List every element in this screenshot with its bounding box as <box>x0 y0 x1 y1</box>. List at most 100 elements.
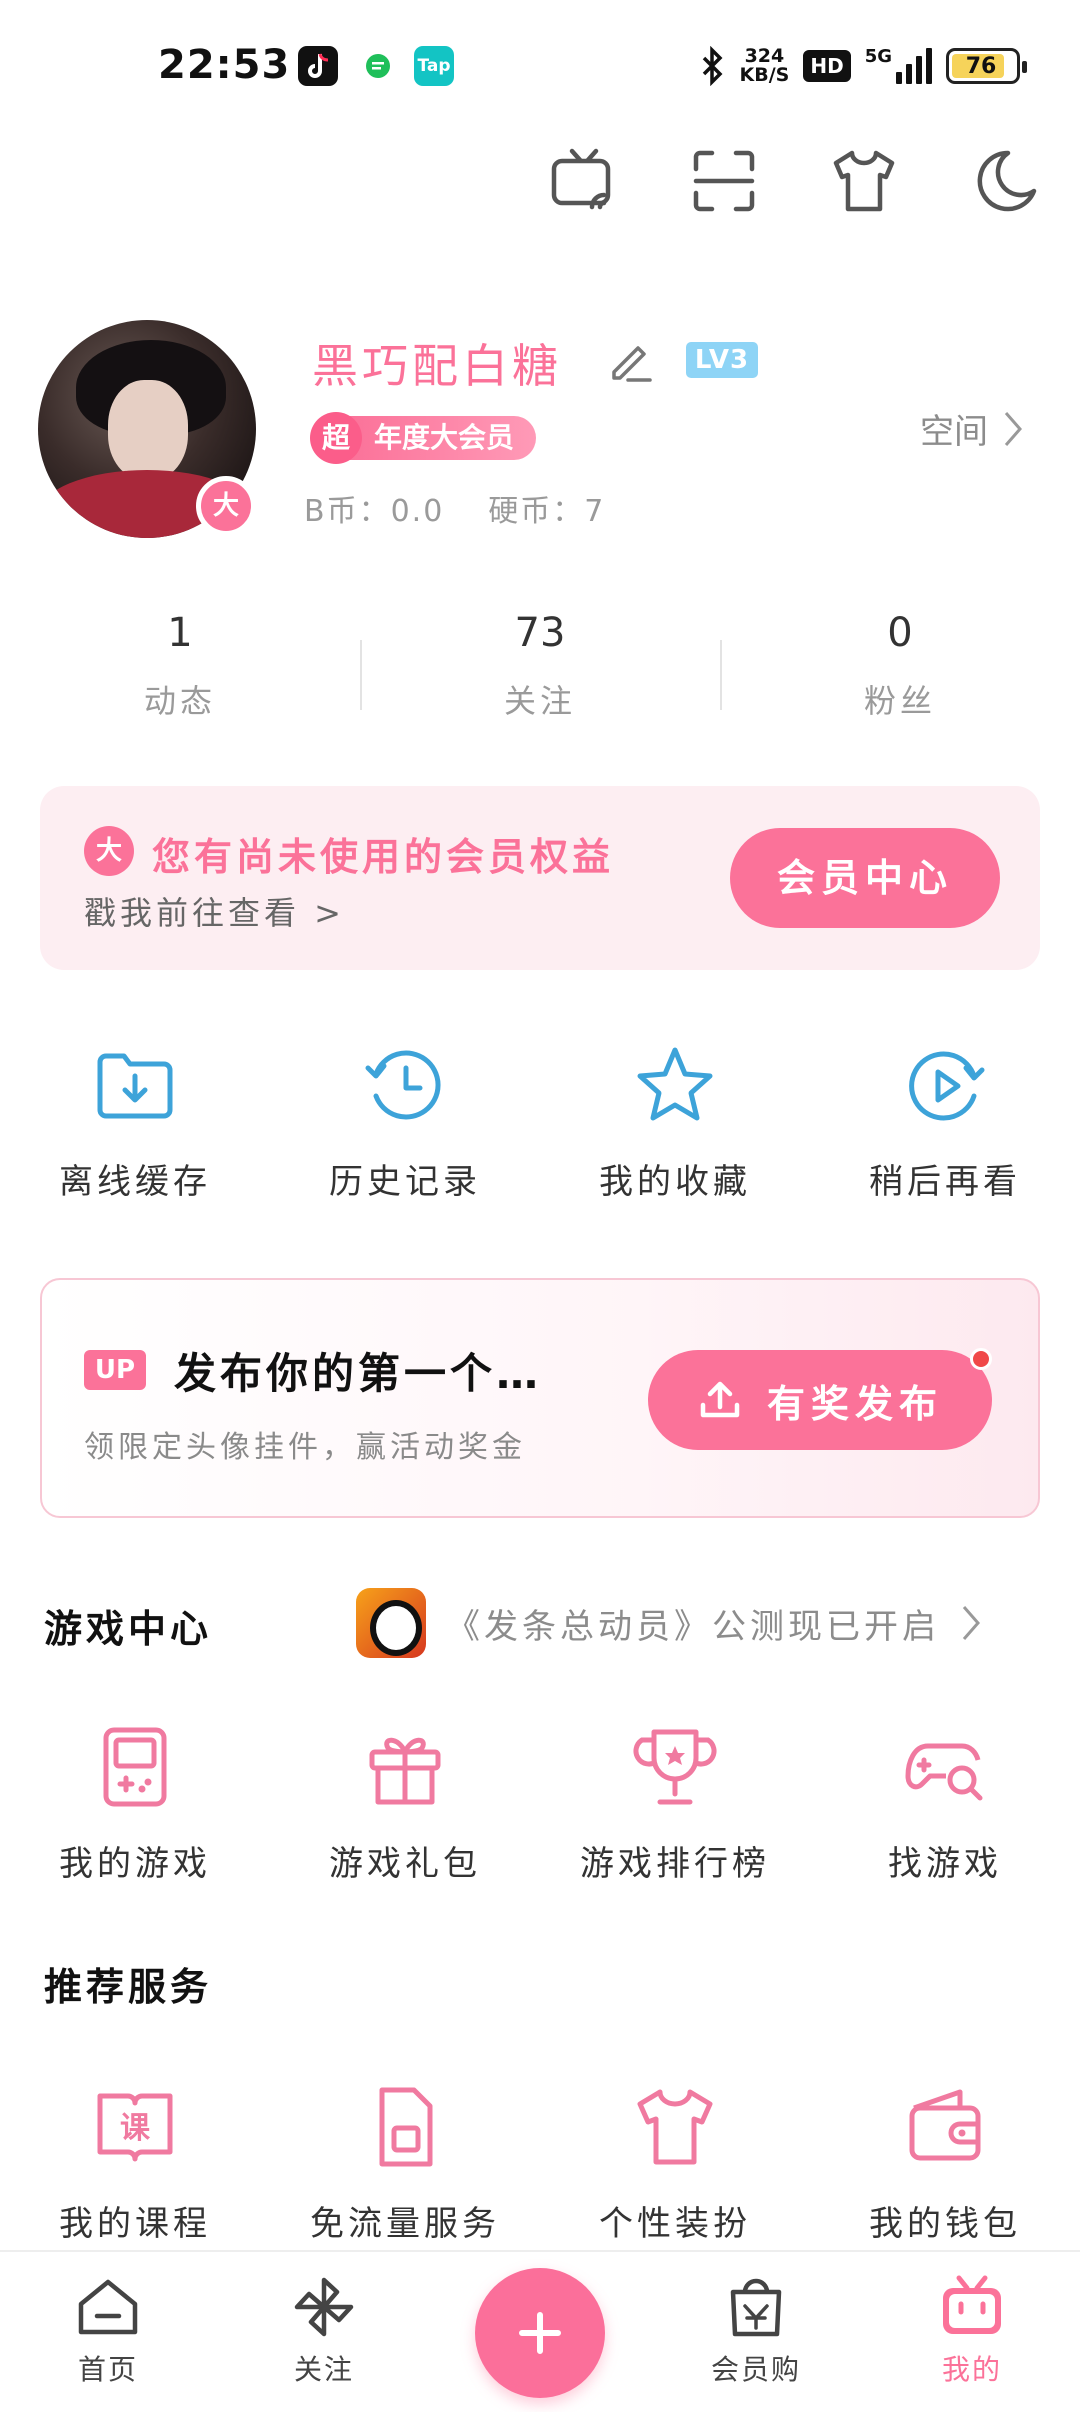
scan-icon[interactable] <box>688 145 760 217</box>
plus-icon <box>519 2312 561 2354</box>
nav-label: 我的 <box>941 2353 1002 2386</box>
game-promo[interactable]: 《发条总动员》公测现已开启 <box>356 1588 984 1658</box>
course-book-icon: 课 <box>97 2093 173 2162</box>
watch-later-icon <box>909 1051 985 1121</box>
sim-card-icon <box>379 2087 433 2167</box>
network-speed-unit: KB/S <box>739 64 790 86</box>
home-icon <box>78 2279 138 2335</box>
vip-tag-label: 年度大会员 <box>348 416 537 460</box>
gift-icon <box>369 1737 441 1805</box>
coin-balance: B币：0.0 硬币：7 <box>304 486 649 530</box>
publish-button[interactable]: 有奖发布 <box>648 1350 992 1450</box>
quick-actions: 离线缓存 历史记录 我的收藏 稍后再看 <box>0 1040 1080 1203</box>
hard-coin: 硬币：7 <box>488 494 606 529</box>
network-type: 5G <box>864 46 892 67</box>
nav-create[interactable] <box>432 2252 648 2412</box>
service-item-label: 我的钱包 <box>869 2204 1021 2244</box>
status-indicators: 324 KB/S HD 5G 76 <box>698 44 1027 88</box>
space-link-label: 空间 <box>920 412 988 452</box>
service-dress-up[interactable]: 个性装扮 <box>540 2082 810 2245</box>
service-data-free[interactable]: 免流量服务 <box>270 2082 540 2245</box>
game-item-label: 我的游戏 <box>59 1844 211 1884</box>
network-speed: 324 KB/S <box>740 47 790 85</box>
tiktok-icon <box>298 46 338 86</box>
stat-following[interactable]: 73 关注 <box>360 610 720 740</box>
course-glyph: 课 <box>120 2111 151 2146</box>
service-item-label: 我的课程 <box>59 2204 211 2244</box>
nav-home[interactable]: 首页 <box>0 2252 216 2412</box>
nav-following[interactable]: 关注 <box>216 2252 432 2412</box>
stat-value: 1 <box>167 610 193 656</box>
game-ranking[interactable]: 游戏排行榜 <box>540 1722 810 1885</box>
stat-dynamics[interactable]: 1 动态 <box>0 610 360 740</box>
game-find[interactable]: 找游戏 <box>810 1722 1080 1885</box>
stat-label: 关注 <box>503 682 576 720</box>
service-wallet[interactable]: 我的钱包 <box>810 2082 1080 2245</box>
b-coin: B币：0.0 <box>304 494 445 529</box>
battery-level: 76 <box>965 54 997 79</box>
nav-label: 会员购 <box>710 2353 801 2386</box>
vip-banner-subtitle[interactable]: 戳我前往查看 > <box>84 888 345 934</box>
service-my-courses[interactable]: 课 我的课程 <box>0 2082 270 2245</box>
bluetooth-icon <box>702 46 722 86</box>
shirt-icon <box>637 2089 713 2165</box>
gameboy-icon <box>103 1727 167 1807</box>
chat-icon <box>358 46 398 86</box>
chevron-right-icon <box>1004 411 1022 446</box>
game-center-title: 游戏中心 <box>44 1607 213 1651</box>
upload-promo-banner[interactable]: UP 发布你的第一个… 领限定头像挂件，赢活动奖金 有奖发布 <box>40 1278 1040 1518</box>
stat-label: 动态 <box>143 682 216 720</box>
quick-offline-cache[interactable]: 离线缓存 <box>0 1040 270 1203</box>
tv-cast-icon[interactable] <box>548 145 620 217</box>
up-banner-title: 发布你的第一个… <box>174 1349 543 1398</box>
vip-banner-title: 您有尚未使用的会员权益 <box>152 835 615 879</box>
edit-icon[interactable] <box>604 334 656 386</box>
up-tag: UP <box>84 1350 146 1390</box>
shirt-icon[interactable] <box>828 145 900 217</box>
username[interactable]: 黑巧配白糖 <box>312 330 562 396</box>
chevron-right-icon <box>962 1606 980 1640</box>
space-link[interactable]: 空间 <box>920 404 1024 453</box>
gamepad-search-icon <box>905 1743 983 1801</box>
download-folder-icon <box>97 1053 173 1119</box>
star-icon <box>637 1047 713 1121</box>
upload-icon <box>700 1381 740 1418</box>
vip-avatar-badge: 大 <box>196 476 256 536</box>
quick-action-label: 离线缓存 <box>59 1162 211 1202</box>
tap-icon: Tap <box>414 46 454 86</box>
game-my-games[interactable]: 我的游戏 <box>0 1722 270 1885</box>
game-item-label: 找游戏 <box>888 1844 1002 1884</box>
stats-row: 1 动态 73 关注 0 粉丝 <box>0 610 1080 740</box>
level-badge: LV3 <box>686 342 758 378</box>
nav-label: 关注 <box>293 2353 354 2386</box>
status-time: 22:53 <box>158 42 291 88</box>
stat-value: 0 <box>887 610 913 656</box>
nav-label: 首页 <box>77 2353 138 2386</box>
quick-history[interactable]: 历史记录 <box>270 1040 540 1203</box>
stat-fans[interactable]: 0 粉丝 <box>720 610 1080 740</box>
hd-indicator: HD <box>803 50 851 82</box>
services-title: 推荐服务 <box>44 1965 213 2009</box>
vip-benefits-banner[interactable]: 大 您有尚未使用的会员权益 戳我前往查看 > 会员中心 <box>40 786 1040 970</box>
nav-vip-shop[interactable]: 会员购 <box>648 2252 864 2412</box>
vip-tag-icon: 超 <box>310 412 362 464</box>
game-item-label: 游戏礼包 <box>329 1844 481 1884</box>
battery-icon: 76 <box>946 48 1027 84</box>
service-item-label: 个性装扮 <box>599 2204 751 2244</box>
quick-action-label: 历史记录 <box>329 1162 481 1202</box>
service-item-label: 免流量服务 <box>310 2204 500 2244</box>
nav-mine[interactable]: 我的 <box>864 2252 1080 2412</box>
bottom-nav: 首页 关注 会员购 我的 <box>0 2250 1080 2412</box>
game-gift-pack[interactable]: 游戏礼包 <box>270 1722 540 1885</box>
services-grid: 课 我的课程 免流量服务 个性装扮 我的钱包 <box>0 2082 1080 2245</box>
vip-tag[interactable]: 超 年度大会员 <box>310 412 537 464</box>
moon-icon[interactable] <box>968 145 1040 217</box>
pinwheel-icon <box>294 2277 354 2337</box>
quick-favorites[interactable]: 我的收藏 <box>540 1040 810 1203</box>
stat-label: 粉丝 <box>863 682 936 720</box>
game-app-icon <box>356 1588 426 1658</box>
status-bar: 22:53 Tap 324 KB/S HD 5G 76 <box>0 0 1080 130</box>
vip-center-button[interactable]: 会员中心 <box>730 828 1000 928</box>
create-plus-button[interactable] <box>475 2268 605 2398</box>
quick-watch-later[interactable]: 稍后再看 <box>810 1040 1080 1203</box>
